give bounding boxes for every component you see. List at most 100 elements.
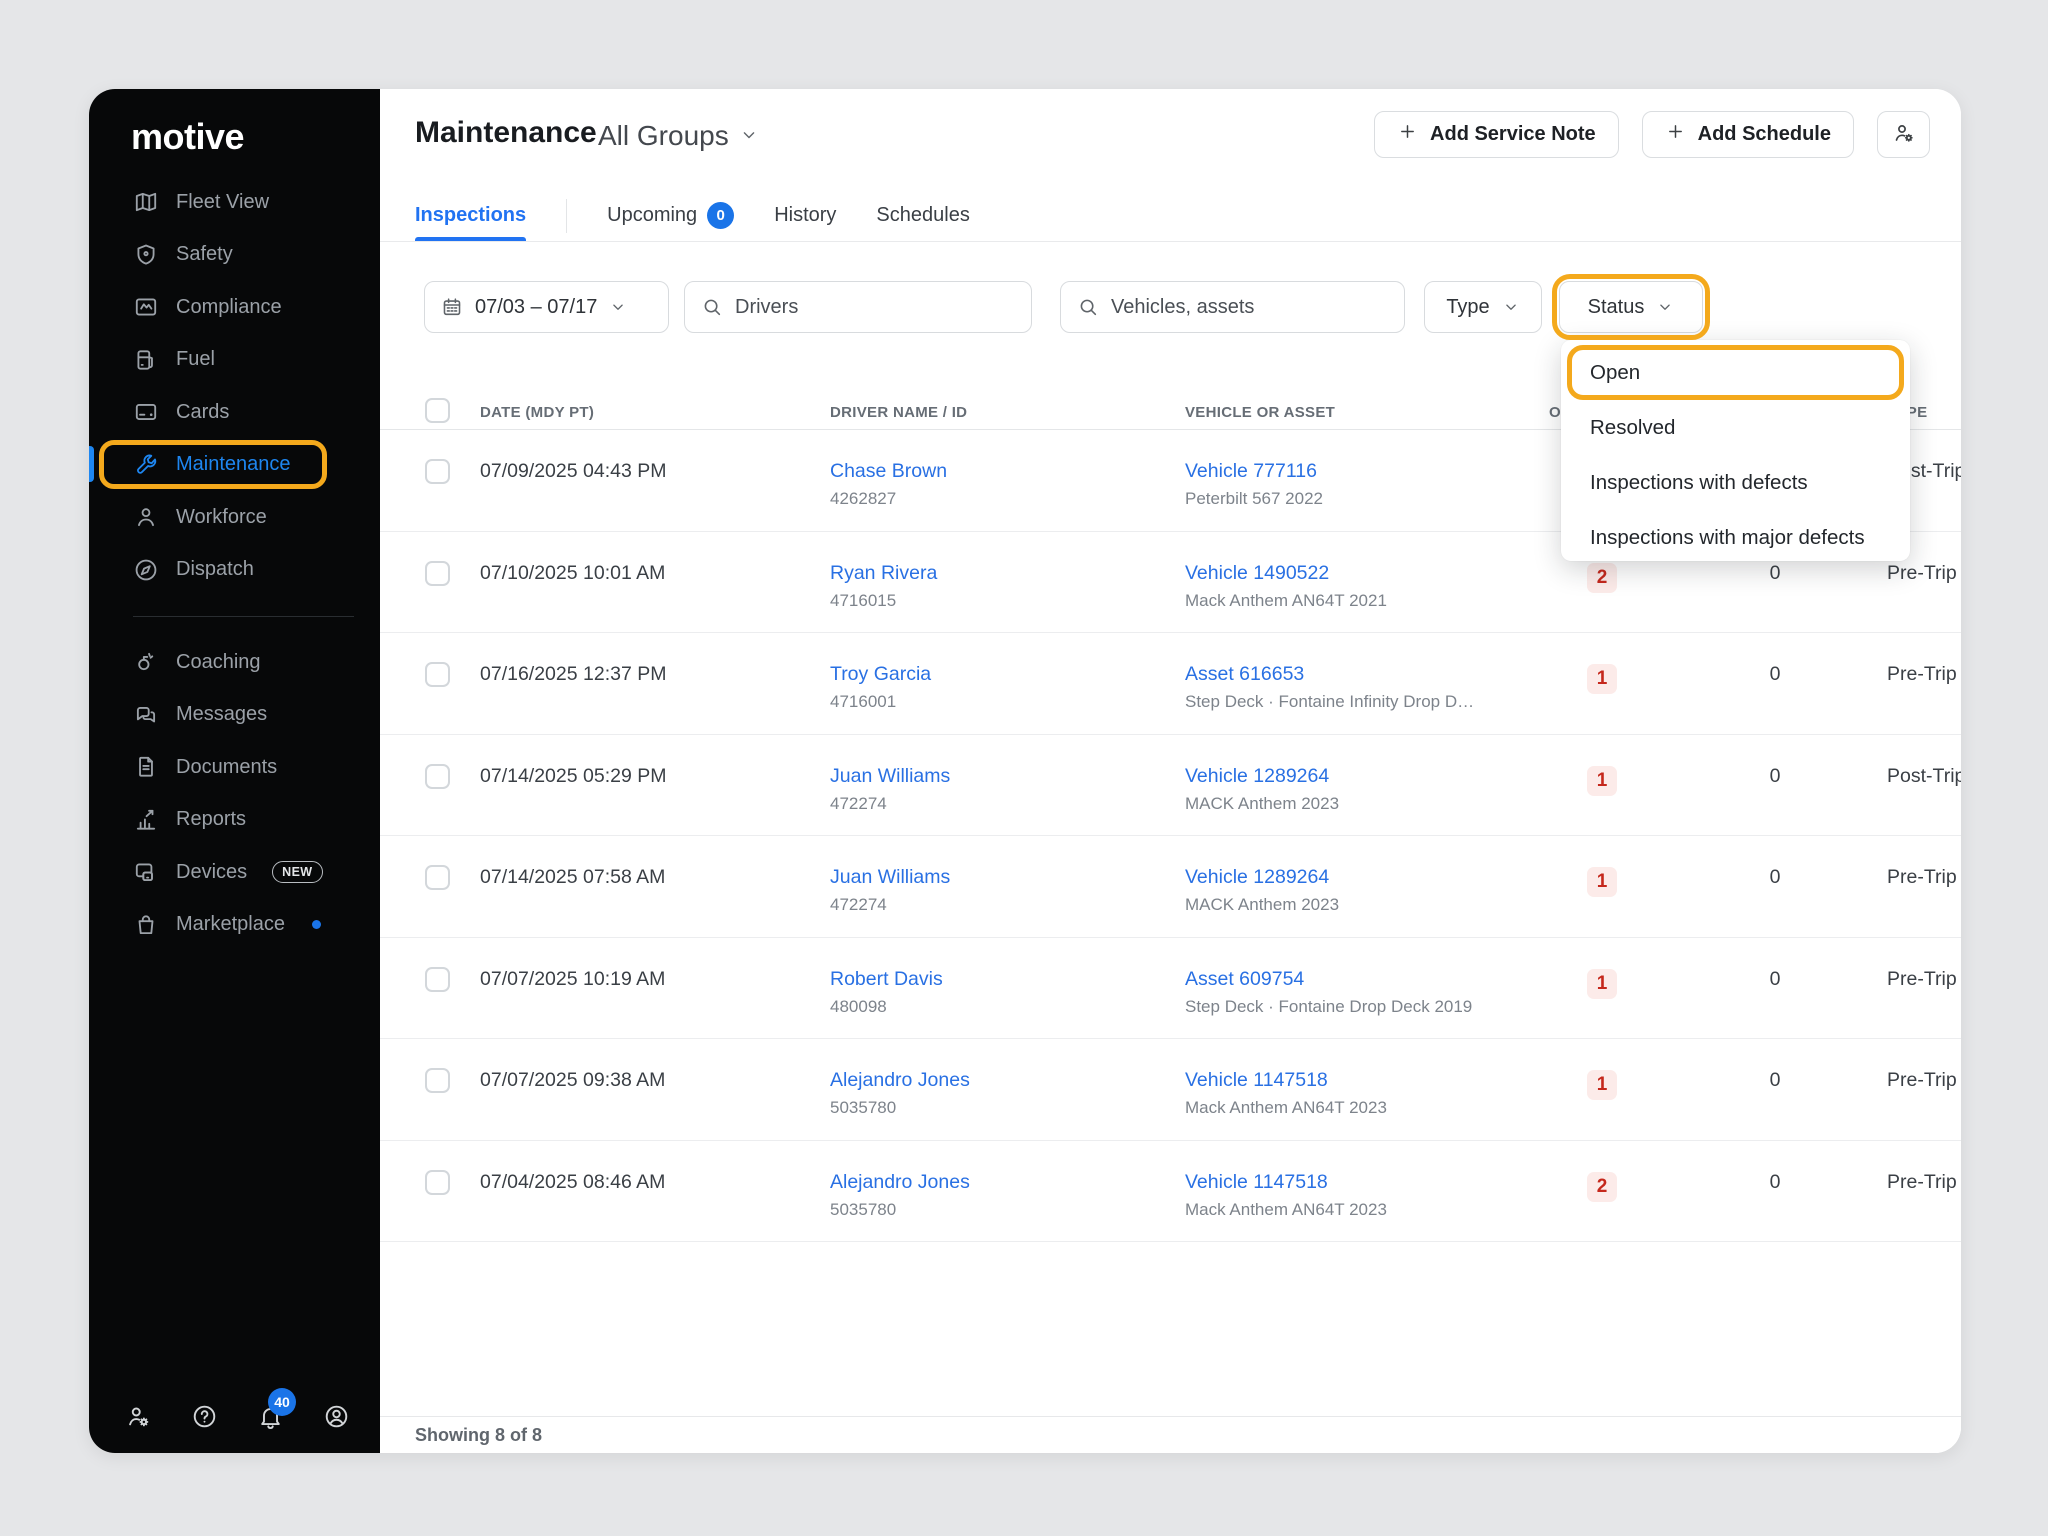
sidebar-item-devices[interactable]: DevicesNEW	[89, 846, 380, 899]
group-filter-label: All Groups	[598, 120, 729, 152]
search-icon	[1077, 296, 1099, 318]
vehicle-link[interactable]: Vehicle 1289264	[1185, 866, 1329, 888]
account-button[interactable]	[323, 1403, 350, 1430]
vehicle-description: Peterbilt 567 2022	[1185, 489, 1540, 509]
status-option-open[interactable]: Open	[1561, 345, 1910, 400]
manage-users-button[interactable]	[1877, 111, 1930, 158]
tab-count-badge: 0	[707, 202, 734, 229]
row-checkbox[interactable]	[425, 459, 450, 484]
table-row: 07/04/2025 08:46 AMAlejandro Jones 503578…	[380, 1141, 1961, 1243]
inspection-date: 07/09/2025 04:43 PM	[480, 430, 830, 531]
group-filter-dropdown[interactable]: All Groups	[598, 120, 759, 152]
vehicle-description: Mack Anthem AN64T 2023	[1185, 1200, 1540, 1220]
resolved-defects-count: 0	[1705, 633, 1845, 734]
status-option-inspections-with-major-defects[interactable]: Inspections with major defects	[1561, 510, 1910, 565]
sidebar-item-compliance[interactable]: Compliance	[89, 281, 380, 334]
driver-link[interactable]: Alejandro Jones	[830, 1171, 970, 1193]
vehicle-link[interactable]: Asset 616653	[1185, 663, 1304, 685]
vehicle-link[interactable]: Asset 609754	[1185, 968, 1304, 990]
status-option-resolved[interactable]: Resolved	[1561, 400, 1910, 455]
select-all-checkbox[interactable]	[425, 398, 450, 423]
row-checkbox[interactable]	[425, 865, 450, 890]
status-filter-dropdown[interactable]: Status	[1559, 281, 1703, 333]
vehicles-search-input[interactable]	[1061, 282, 1404, 332]
row-checkbox[interactable]	[425, 1170, 450, 1195]
sidebar-item-marketplace[interactable]: Marketplace	[89, 899, 380, 952]
sidebar-item-cards[interactable]: Cards	[89, 386, 380, 439]
sidebar-item-fuel[interactable]: Fuel	[89, 334, 380, 387]
inspection-type: Pre-Trip	[1845, 1141, 1961, 1242]
tab-inspections[interactable]: Inspections	[415, 190, 526, 241]
sidebar-item-label: Cards	[176, 401, 229, 424]
status-option-inspections-with-defects[interactable]: Inspections with defects	[1561, 455, 1910, 510]
driver-link[interactable]: Troy Garcia	[830, 663, 931, 685]
driver-link[interactable]: Juan Williams	[830, 765, 950, 787]
vehicle-link[interactable]: Vehicle 1147518	[1185, 1069, 1328, 1091]
row-checkbox[interactable]	[425, 561, 450, 586]
help-button[interactable]	[191, 1403, 218, 1430]
marketplace-icon	[133, 912, 159, 938]
table-row: 07/14/2025 07:58 AMJuan Williams472274Ve…	[380, 836, 1961, 938]
add-service-note-button[interactable]: Add Service Note	[1374, 111, 1619, 158]
row-checkbox[interactable]	[425, 662, 450, 687]
driver-id: 5035780	[830, 1200, 1185, 1220]
sidebar-item-label: Messages	[176, 703, 267, 726]
vehicle-link[interactable]: Vehicle 777116	[1185, 460, 1317, 482]
help-icon	[191, 1417, 218, 1434]
header-actions: Add Service Note Add Schedule	[1374, 111, 1930, 158]
row-checkbox[interactable]	[425, 967, 450, 992]
tab-upcoming[interactable]: Upcoming0	[607, 190, 734, 241]
sidebar-item-label: Dispatch	[176, 558, 254, 581]
vehicle-link[interactable]: Vehicle 1289264	[1185, 765, 1329, 787]
driver-id: 480098	[830, 997, 1185, 1017]
sidebar-item-fleet-view[interactable]: Fleet View	[89, 176, 380, 229]
chevron-down-icon	[1656, 298, 1674, 316]
page-title: Maintenance	[415, 116, 597, 150]
driver-link[interactable]: Ryan Rivera	[830, 562, 937, 584]
tab-schedules[interactable]: Schedules	[876, 190, 969, 241]
add-schedule-button[interactable]: Add Schedule	[1642, 111, 1854, 158]
tab-history[interactable]: History	[774, 190, 836, 241]
open-defects-badge: 1	[1587, 969, 1617, 999]
inspection-date: 07/04/2025 08:46 AM	[480, 1141, 830, 1242]
sidebar-item-workforce[interactable]: Workforce	[89, 491, 380, 544]
row-count-summary: Showing 8 of 8	[415, 1425, 542, 1446]
user-gear-icon	[1892, 121, 1916, 148]
user-gear-button[interactable]	[125, 1403, 152, 1430]
drivers-search-input[interactable]	[685, 282, 1031, 332]
sidebar-item-coaching[interactable]: Coaching	[89, 636, 380, 689]
inspection-type: Pre-Trip	[1845, 633, 1961, 734]
sidebar-item-messages[interactable]: Messages	[89, 689, 380, 742]
maintenance-icon	[133, 452, 159, 478]
driver-id: 472274	[830, 794, 1185, 814]
resolved-defects-count: 0	[1705, 938, 1845, 1039]
table-footer: Showing 8 of 8	[380, 1416, 1961, 1453]
date-range-label: 07/03 – 07/17	[475, 296, 597, 319]
date-range-filter[interactable]: 07/03 – 07/17	[424, 281, 669, 333]
sidebar-item-dispatch[interactable]: Dispatch	[89, 544, 380, 597]
sidebar-item-safety[interactable]: Safety	[89, 229, 380, 282]
bell-button[interactable]: 40	[257, 1403, 284, 1430]
column-driver: DRIVER NAME / ID	[830, 404, 1185, 421]
driver-id: 5035780	[830, 1098, 1185, 1118]
sidebar-item-maintenance[interactable]: Maintenance	[89, 439, 380, 492]
driver-link[interactable]: Robert Davis	[830, 968, 943, 990]
row-checkbox[interactable]	[425, 764, 450, 789]
sidebar-item-label: Fleet View	[176, 191, 269, 214]
sidebar-item-reports[interactable]: Reports	[89, 794, 380, 847]
driver-link[interactable]: Juan Williams	[830, 866, 950, 888]
driver-link[interactable]: Alejandro Jones	[830, 1069, 970, 1091]
row-checkbox[interactable]	[425, 1068, 450, 1093]
open-defects-badge: 1	[1587, 664, 1617, 694]
sidebar-item-label: Safety	[176, 243, 233, 266]
table-row: 07/07/2025 10:19 AMRobert Davis480098Ass…	[380, 938, 1961, 1040]
inspection-type: Pre-Trip	[1845, 836, 1961, 937]
driver-link[interactable]: Chase Brown	[830, 460, 947, 482]
vehicle-link[interactable]: Vehicle 1490522	[1185, 562, 1329, 584]
dispatch-icon	[133, 557, 159, 583]
vehicle-link[interactable]: Vehicle 1147518	[1185, 1171, 1328, 1193]
messages-icon	[133, 702, 159, 728]
type-filter-dropdown[interactable]: Type	[1424, 281, 1542, 333]
sidebar-item-documents[interactable]: Documents	[89, 741, 380, 794]
calendar-icon	[441, 296, 463, 318]
